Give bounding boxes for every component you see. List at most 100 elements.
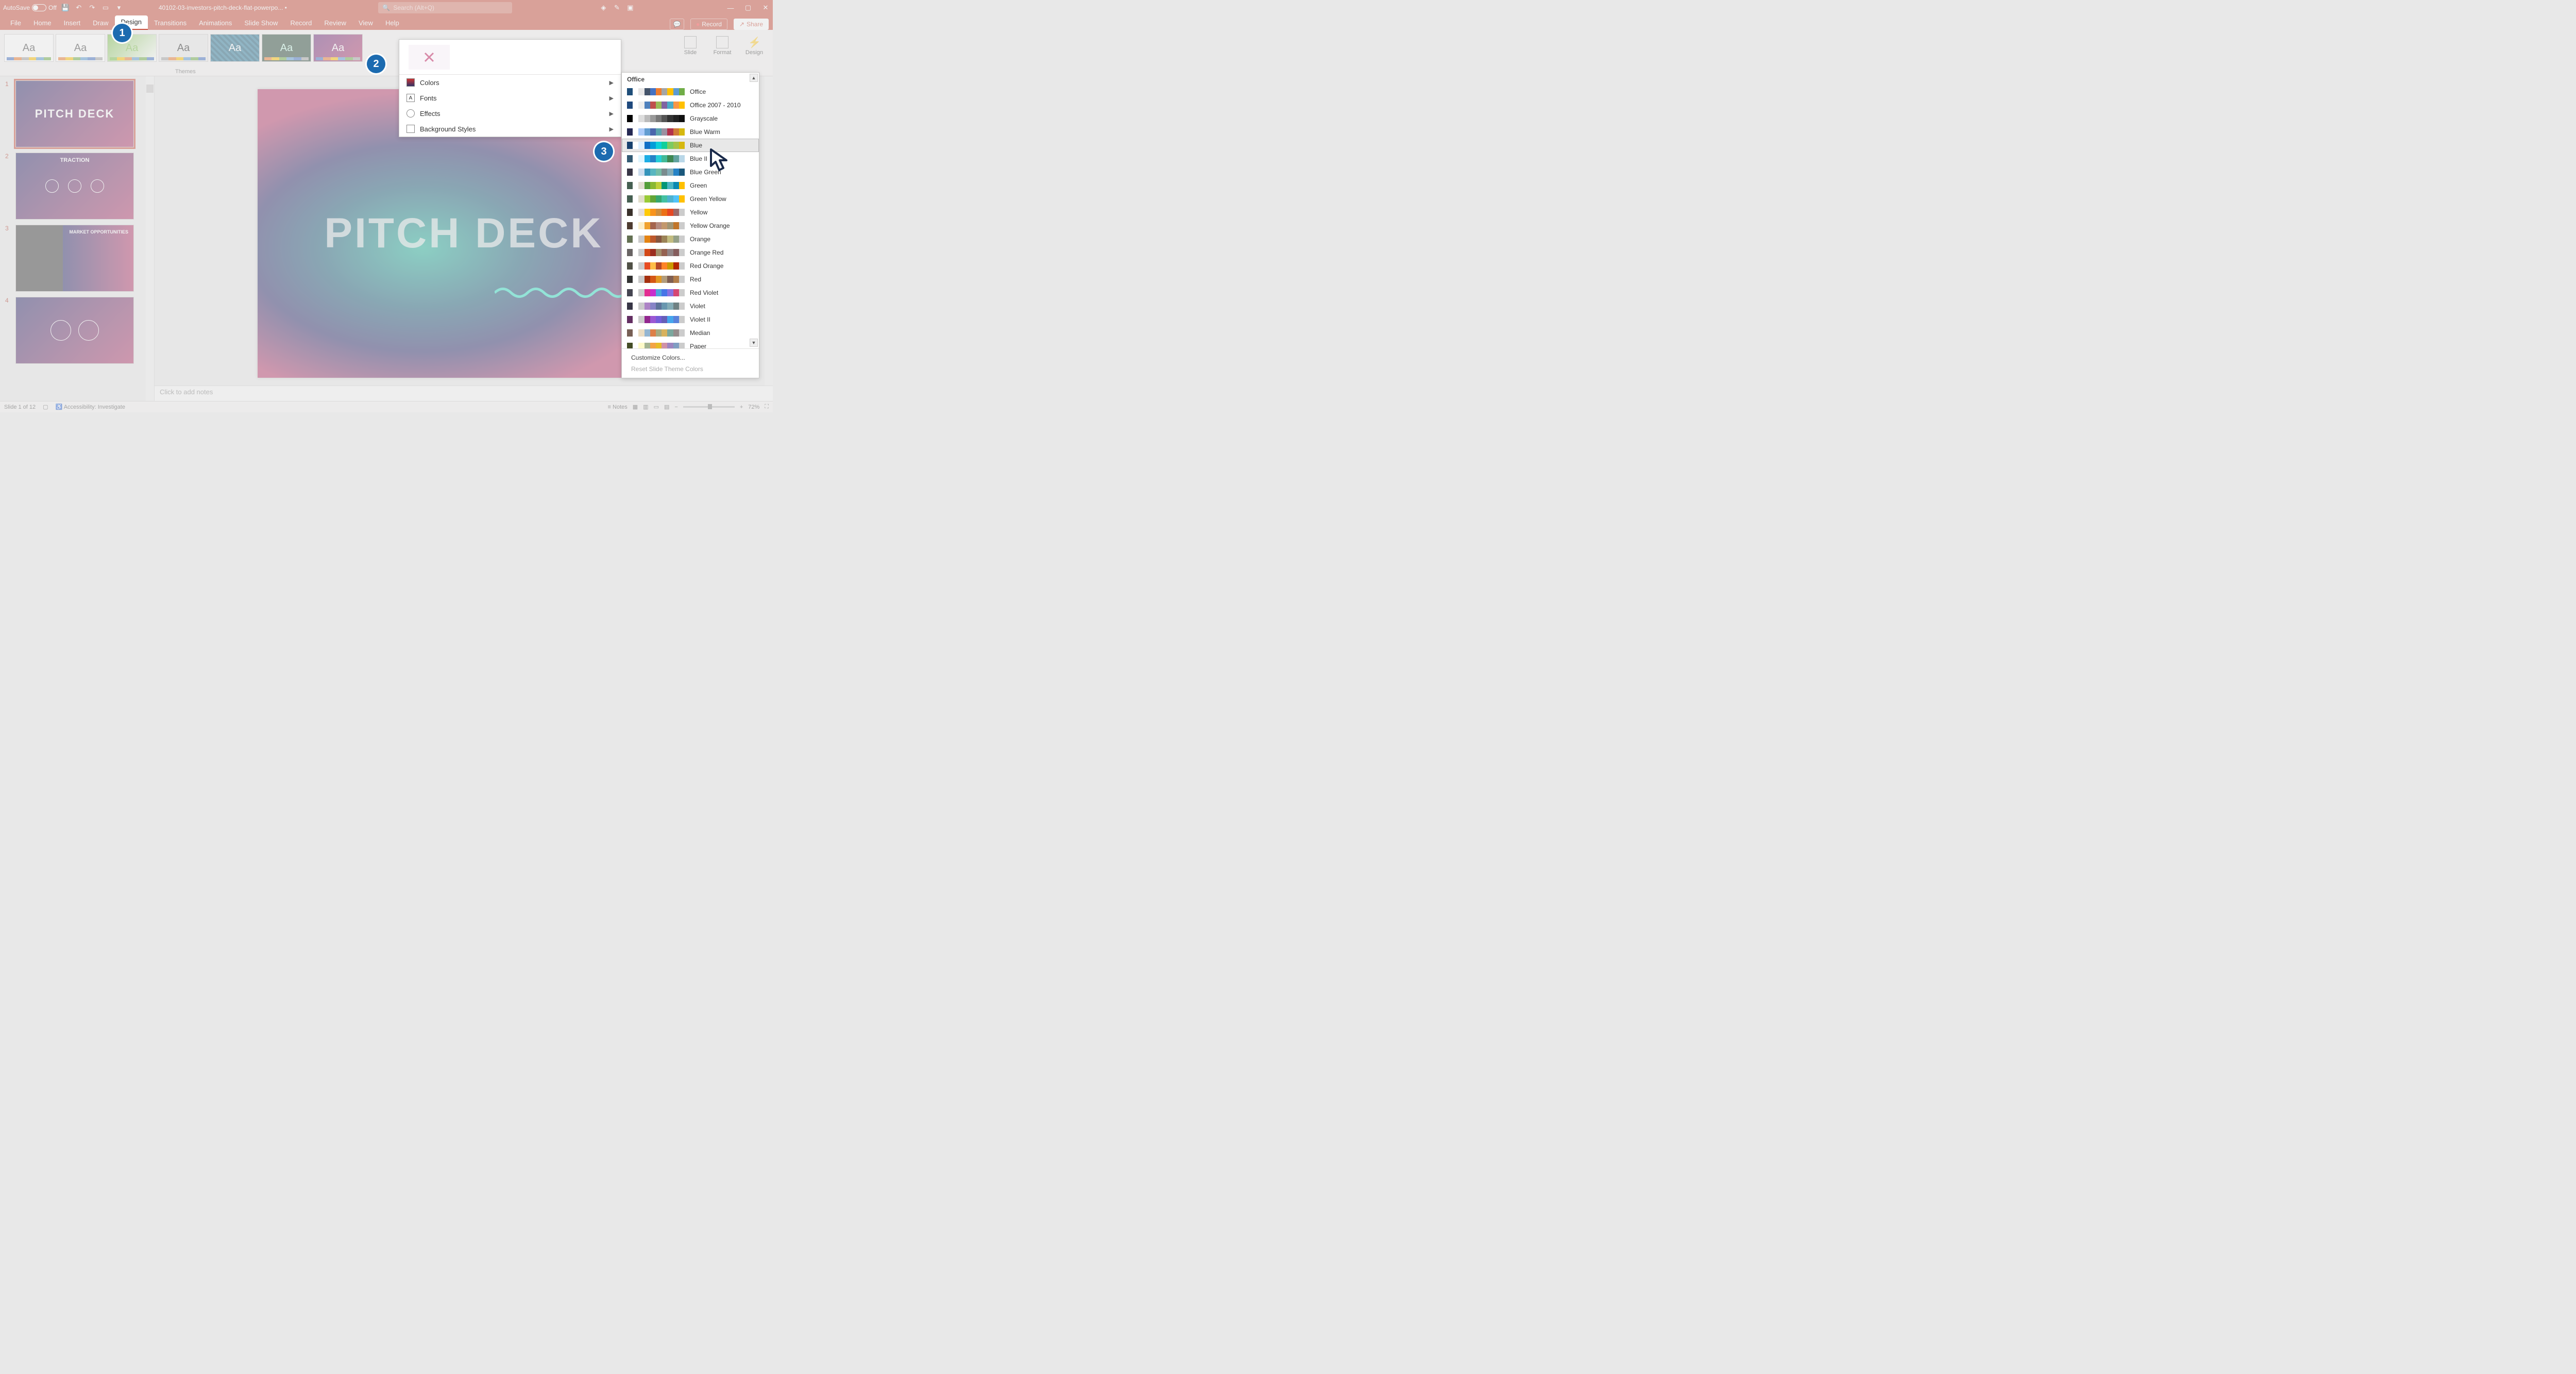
slide-thumb-1[interactable]: PITCH DECK	[15, 80, 134, 147]
redo-icon[interactable]: ↷	[88, 3, 97, 12]
autosave-pill[interactable]	[32, 4, 46, 11]
callout-2: 2	[367, 55, 385, 73]
tab-file[interactable]: File	[4, 16, 27, 30]
tab-view[interactable]: View	[352, 16, 379, 30]
autosave-label: AutoSave	[3, 4, 30, 11]
record-button[interactable]: ●Record	[690, 19, 727, 30]
accessibility-status[interactable]: ♿ Accessibility: Investigate	[56, 404, 125, 410]
reading-view-icon[interactable]: ▭	[654, 404, 659, 410]
color-scheme-median[interactable]: Median	[622, 326, 759, 340]
maximize-button[interactable]: ▢	[744, 4, 752, 12]
slideshow-view-icon[interactable]: ▤	[664, 404, 669, 410]
color-scheme-office[interactable]: Office	[622, 85, 759, 98]
theme-thumb[interactable]: Aa	[210, 34, 260, 62]
share-button[interactable]: ↗Share	[734, 19, 769, 30]
format-bg-icon	[716, 36, 728, 48]
window-mode-icon[interactable]: ▣	[625, 3, 635, 12]
color-scheme-red-violet[interactable]: Red Violet	[622, 286, 759, 299]
tab-review[interactable]: Review	[318, 16, 352, 30]
color-scheme-blue[interactable]: Blue	[622, 139, 759, 152]
color-scheme-green[interactable]: Green	[622, 179, 759, 192]
menu-item-background-styles[interactable]: Background Styles▶	[399, 121, 621, 137]
presentation-views-icon[interactable]: ▢	[43, 404, 48, 410]
search-input[interactable]: 🔍 Search (Alt+Q)	[378, 2, 512, 13]
color-scheme-violet-ii[interactable]: Violet II	[622, 313, 759, 326]
editor-scrollbar[interactable]	[765, 76, 773, 386]
variant-thumb[interactable]	[409, 45, 450, 70]
background-styles-icon	[406, 125, 415, 133]
zoom-out-button[interactable]: −	[674, 404, 677, 410]
from-beginning-icon[interactable]: ▭	[101, 3, 110, 12]
color-scheme-blue-warm[interactable]: Blue Warm	[622, 125, 759, 139]
format-background-button[interactable]: Format	[708, 34, 737, 74]
theme-thumb[interactable]: Aa	[159, 34, 208, 62]
slide-thumb-4[interactable]	[15, 297, 134, 364]
slide-size-button[interactable]: Slide	[676, 34, 705, 74]
mic-icon[interactable]: ✎	[612, 3, 621, 12]
normal-view-icon[interactable]: ▦	[633, 404, 638, 410]
squiggle-decoration	[495, 285, 629, 300]
undo-icon[interactable]: ↶	[74, 3, 83, 12]
autosave-toggle[interactable]: AutoSave Off	[3, 4, 57, 11]
variants-preview-row[interactable]	[399, 40, 621, 75]
theme-thumb[interactable]: Aa	[4, 34, 54, 62]
search-icon: 🔍	[382, 4, 390, 11]
tab-record[interactable]: Record	[284, 16, 318, 30]
thumbnails-scrollbar[interactable]	[146, 76, 154, 401]
notes-button[interactable]: ≡ Notes	[608, 404, 628, 410]
menu-item-colors[interactable]: Colors▶	[399, 75, 621, 90]
main-slide-title: PITCH DECK	[324, 209, 603, 258]
chevron-right-icon: ▶	[609, 95, 614, 102]
slide-thumbnails-pane[interactable]: 1PITCH DECK 2TRACTION 3MARKET OPPORTUNIT…	[0, 76, 155, 401]
diamond-icon[interactable]: ◈	[599, 3, 608, 12]
color-scheme-office-2007---2010[interactable]: Office 2007 - 2010	[622, 98, 759, 112]
comments-button[interactable]: 💬	[670, 19, 684, 30]
color-scheme-orange[interactable]: Orange	[622, 232, 759, 246]
color-scheme-red-orange[interactable]: Red Orange	[622, 259, 759, 273]
cursor-icon	[709, 147, 734, 172]
zoom-slider[interactable]	[683, 406, 735, 408]
menu-item-fonts[interactable]: AFonts▶	[399, 90, 621, 106]
color-scheme-orange-red[interactable]: Orange Red	[622, 246, 759, 259]
zoom-level[interactable]: 72%	[748, 404, 759, 410]
tab-help[interactable]: Help	[379, 16, 405, 30]
slide-thumb-3[interactable]: MARKET OPPORTUNITIES	[15, 225, 134, 292]
effects-icon	[406, 109, 415, 118]
tab-home[interactable]: Home	[27, 16, 58, 30]
color-scheme-blue-green[interactable]: Blue Green	[622, 165, 759, 179]
sorter-view-icon[interactable]: ▥	[643, 404, 648, 410]
slide-thumb-2[interactable]: TRACTION	[15, 153, 134, 220]
close-button[interactable]: ✕	[761, 4, 770, 12]
menu-item-effects[interactable]: Effects▶	[399, 106, 621, 121]
tab-slideshow[interactable]: Slide Show	[238, 16, 284, 30]
callout-1: 1	[113, 24, 131, 42]
tab-animations[interactable]: Animations	[193, 16, 238, 30]
scroll-down-button[interactable]: ▼	[750, 339, 758, 347]
theme-thumb[interactable]: Aa	[313, 34, 363, 62]
color-scheme-paper[interactable]: Paper	[622, 340, 759, 348]
zoom-in-button[interactable]: +	[740, 404, 743, 410]
colors-header: Office	[622, 73, 759, 85]
chevron-right-icon: ▶	[609, 79, 614, 86]
design-ideas-button[interactable]: ⚡Design	[740, 34, 769, 74]
tab-transitions[interactable]: Transitions	[148, 16, 193, 30]
color-scheme-red[interactable]: Red	[622, 273, 759, 286]
scroll-up-button[interactable]: ▲	[750, 74, 758, 82]
qat-dropdown-icon[interactable]: ▾	[114, 3, 124, 12]
color-scheme-yellow[interactable]: Yellow	[622, 206, 759, 219]
color-scheme-blue-ii[interactable]: Blue II	[622, 152, 759, 165]
customize-colors-button[interactable]: Customize Colors...	[622, 352, 759, 363]
color-scheme-green-yellow[interactable]: Green Yellow	[622, 192, 759, 206]
notes-pane[interactable]: Click to add notes	[155, 386, 773, 401]
save-icon[interactable]: 💾	[61, 3, 70, 12]
color-scheme-grayscale[interactable]: Grayscale	[622, 112, 759, 125]
fit-to-window-button[interactable]: ⛶	[765, 404, 769, 410]
theme-thumb[interactable]: Aa	[262, 34, 311, 62]
color-scheme-yellow-orange[interactable]: Yellow Orange	[622, 219, 759, 232]
color-scheme-violet[interactable]: Violet	[622, 299, 759, 313]
minimize-button[interactable]: —	[726, 4, 735, 12]
tab-draw[interactable]: Draw	[87, 16, 114, 30]
theme-thumb[interactable]: Aa	[56, 34, 105, 62]
slide-counter[interactable]: Slide 1 of 12	[4, 404, 36, 410]
tab-insert[interactable]: Insert	[58, 16, 87, 30]
